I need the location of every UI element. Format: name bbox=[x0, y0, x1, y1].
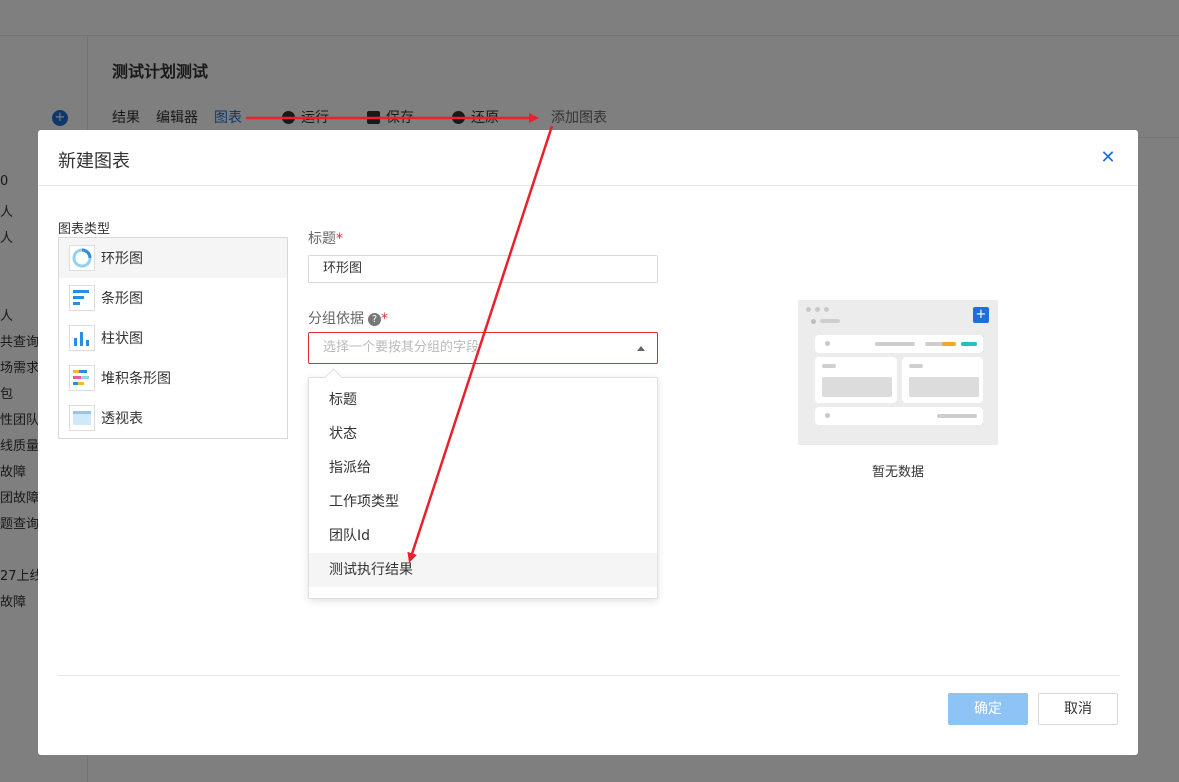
preview-bar bbox=[820, 319, 840, 323]
required-mark: * bbox=[381, 311, 388, 327]
chart-type-bar[interactable]: 条形图 bbox=[59, 278, 287, 318]
chart-type-stacked-bar[interactable]: 堆积条形图 bbox=[59, 358, 287, 398]
title-field-label: 标题* bbox=[308, 228, 343, 248]
preview-dot bbox=[825, 413, 830, 418]
dropdown-option[interactable]: 指派给 bbox=[309, 451, 657, 485]
plus-icon: + bbox=[973, 307, 989, 323]
group-by-dropdown: 标题 状态 指派给 工作项类型 团队Id 测试执行结果 bbox=[308, 377, 658, 599]
preview-block bbox=[909, 377, 979, 397]
chart-type-label-text: 环形图 bbox=[101, 251, 143, 267]
dialog-header: 新建图表 ✕ bbox=[38, 130, 1138, 186]
chart-type-donut[interactable]: 环形图 bbox=[59, 238, 287, 278]
preview-dot bbox=[825, 341, 830, 346]
preview-dot bbox=[815, 307, 820, 312]
bar-chart-horizontal-icon bbox=[69, 285, 95, 311]
donut-chart-icon bbox=[69, 245, 95, 271]
group-label-text: 分组依据 bbox=[308, 311, 364, 327]
preview-dot bbox=[806, 307, 811, 312]
preview-dot bbox=[811, 319, 816, 324]
dropdown-option[interactable]: 工作项类型 bbox=[309, 485, 657, 519]
footer-divider bbox=[58, 675, 1120, 676]
chart-type-label-text: 堆积条形图 bbox=[101, 371, 171, 387]
add-chart-button[interactable]: 添加图表 bbox=[551, 107, 607, 127]
preview-card bbox=[815, 335, 983, 353]
title-label-text: 标题 bbox=[308, 231, 336, 247]
preview-bar bbox=[822, 364, 836, 368]
cancel-button[interactable]: 取消 bbox=[1038, 693, 1118, 725]
dropdown-option[interactable]: 状态 bbox=[309, 417, 657, 451]
chart-type-label-text: 柱状图 bbox=[101, 331, 143, 347]
preview-card bbox=[902, 357, 983, 403]
caret-up-icon bbox=[637, 346, 645, 351]
help-icon[interactable]: ? bbox=[368, 313, 381, 326]
pivot-table-icon bbox=[69, 405, 95, 431]
chart-type-column[interactable]: 柱状图 bbox=[59, 318, 287, 358]
chart-type-list: 环形图 条形图 柱状图 堆积条形图 透视表 bbox=[58, 237, 288, 439]
preview-card bbox=[815, 357, 897, 403]
preview-card bbox=[815, 407, 983, 425]
chart-type-pivot[interactable]: 透视表 bbox=[59, 398, 287, 438]
dialog-title: 新建图表 bbox=[58, 151, 130, 172]
chart-type-label-text: 条形图 bbox=[101, 291, 143, 307]
dropdown-option[interactable]: 标题 bbox=[309, 383, 657, 417]
preview-bar bbox=[875, 342, 915, 346]
close-icon[interactable]: ✕ bbox=[1100, 149, 1116, 167]
chart-type-label: 图表类型 bbox=[58, 222, 111, 237]
preview-bar bbox=[961, 342, 977, 346]
group-field-label: 分组依据? * bbox=[308, 308, 388, 328]
new-chart-dialog: 新建图表 ✕ 图表类型 环形图 条形图 柱状图 堆积条形图 透视表 标题* 环形… bbox=[38, 130, 1138, 755]
no-data-text: 暂无数据 bbox=[871, 465, 924, 480]
preview-bar bbox=[942, 342, 956, 346]
preview-block bbox=[822, 377, 892, 397]
preview-bar bbox=[937, 414, 977, 418]
preview-dot bbox=[824, 307, 829, 312]
group-by-placeholder: 选择一个要按其分组的字段 bbox=[323, 340, 480, 355]
group-by-select[interactable]: 选择一个要按其分组的字段 bbox=[308, 332, 658, 364]
column-chart-icon bbox=[69, 325, 95, 351]
title-input[interactable]: 环形图 bbox=[308, 255, 658, 283]
chart-type-label-text: 透视表 bbox=[101, 411, 143, 427]
preview-bar bbox=[909, 364, 923, 368]
dropdown-option-test-result[interactable]: 测试执行结果 bbox=[309, 553, 657, 587]
stacked-bar-chart-icon bbox=[69, 365, 95, 391]
chart-preview-placeholder: + bbox=[798, 300, 998, 445]
dropdown-option[interactable]: 团队Id bbox=[309, 519, 657, 553]
required-mark: * bbox=[336, 231, 343, 247]
ok-button[interactable]: 确定 bbox=[948, 693, 1028, 725]
